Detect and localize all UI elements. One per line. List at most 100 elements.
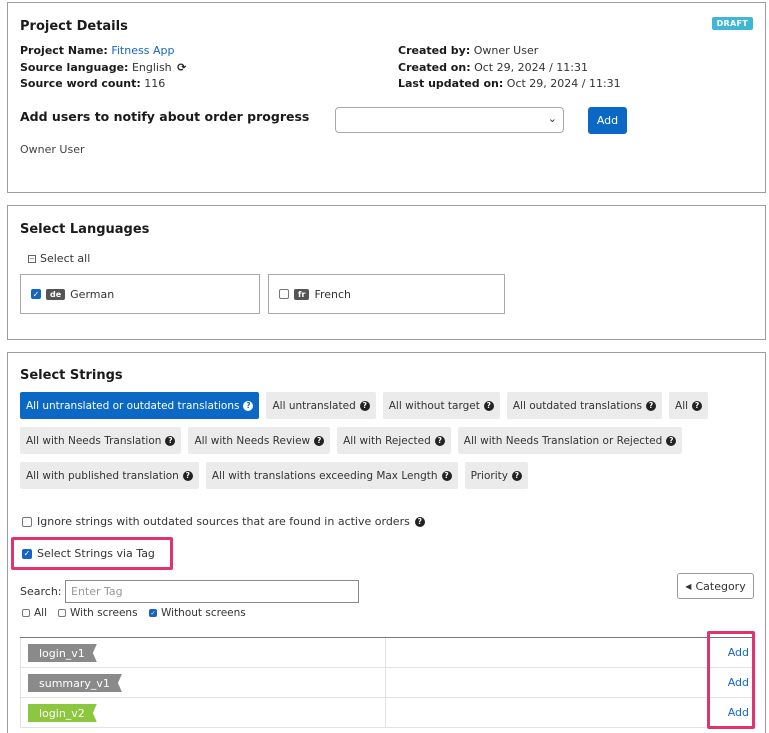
help-icon[interactable]: ? [646, 400, 657, 411]
screen-with-label: With screens [70, 607, 138, 619]
select-via-tag-option[interactable]: ✓ Select Strings via Tag [22, 547, 155, 560]
table-row: login_v1 Add [20, 638, 754, 668]
select-languages-panel: Select Languages − Select all ✓ de Germa… [7, 205, 766, 340]
notify-user-select[interactable]: ⌄ [335, 107, 564, 133]
source-language-label: Source language: [20, 61, 129, 74]
select-all-label: Select all [40, 252, 91, 265]
caret-left-icon: ◀ [685, 581, 692, 591]
last-updated-value: Oct 29, 2024 / 11:31 [506, 77, 621, 90]
category-label: Category [695, 579, 746, 593]
filter-chip[interactable]: All untranslated? [266, 392, 376, 419]
help-icon[interactable]: ? [359, 400, 370, 411]
created-on-value: Oct 29, 2024 / 11:31 [474, 61, 588, 74]
german-checkbox[interactable]: ✓ [31, 289, 41, 299]
ignore-outdated-label: Ignore strings with outdated sources tha… [37, 515, 410, 528]
project-details-title: Project Details [20, 19, 128, 34]
ignore-outdated-checkbox[interactable] [22, 516, 32, 527]
filter-chip[interactable]: All? [669, 392, 709, 419]
tag-label: login_v2 [28, 704, 97, 722]
filter-label: All with published translation [26, 469, 179, 482]
language-code-badge: fr [294, 288, 310, 300]
screen-filter-without[interactable]: ✓ Without screens [149, 607, 246, 619]
filter-chip[interactable]: All without target? [382, 392, 500, 419]
word-count-label: Source word count: [20, 77, 141, 90]
language-code-badge: de [46, 288, 66, 300]
screen-without-checkbox[interactable]: ✓ [149, 609, 157, 617]
filter-chip[interactable]: All with Needs Review? [188, 427, 331, 454]
filter-label: All untranslated [272, 399, 356, 412]
project-name-row: Project Name: Fitness App [20, 44, 174, 57]
select-strings-title: Select Strings [20, 368, 123, 383]
language-option-french[interactable]: fr French [268, 274, 505, 314]
filter-chip[interactable]: All with published translation? [20, 462, 199, 489]
tag-table: login_v1 Add summary_v1 Add login_v2 Add [20, 637, 754, 728]
help-icon[interactable]: ? [666, 435, 677, 446]
screen-all-label: All [34, 607, 48, 619]
project-name-link[interactable]: Fitness App [111, 44, 174, 57]
notify-title: Add users to notify about order progress [20, 109, 310, 124]
tag-label: summary_v1 [28, 674, 122, 692]
help-icon[interactable]: ? [511, 470, 522, 481]
last-updated-label: Last updated on: [398, 77, 504, 90]
filter-label: All with Needs Translation [26, 434, 162, 447]
screen-all-checkbox[interactable] [22, 609, 30, 617]
table-row: login_v2 Add [20, 698, 754, 728]
select-via-tag-label: Select Strings via Tag [37, 547, 155, 560]
filter-label: All with Needs Translation or Rejected [463, 434, 663, 447]
select-all-languages[interactable]: − Select all [28, 252, 90, 265]
help-icon[interactable]: ? [414, 516, 425, 527]
help-icon[interactable]: ? [243, 400, 254, 411]
highlight-add-links [707, 631, 755, 729]
collapse-icon: − [28, 254, 36, 263]
filter-label: All [675, 399, 689, 412]
ignore-outdated-option[interactable]: Ignore strings with outdated sources tha… [22, 515, 425, 528]
screen-filter-with[interactable]: With screens [58, 607, 138, 619]
filter-chip[interactable]: All with Rejected? [337, 427, 451, 454]
help-icon[interactable]: ? [434, 435, 445, 446]
filter-label: Priority [470, 469, 508, 482]
screen-filter-all[interactable]: All [22, 607, 47, 619]
draft-badge: DRAFT [711, 17, 753, 30]
select-via-tag-checkbox[interactable]: ✓ [22, 548, 32, 559]
refresh-icon[interactable]: ⟳ [177, 61, 186, 74]
filter-label: All without target [388, 399, 480, 412]
filter-chip[interactable]: All outdated translations? [506, 392, 663, 419]
word-count-row: Source word count: 116 [20, 77, 165, 90]
screen-without-label: Without screens [161, 607, 246, 619]
add-notify-user-button[interactable]: Add [588, 107, 627, 134]
filter-label: All outdated translations [512, 399, 643, 412]
tag-search-input[interactable]: Enter Tag [65, 580, 359, 603]
filter-chip[interactable]: All with translations exceeding Max Leng… [205, 462, 458, 489]
created-by-row: Created by: Owner User [398, 44, 538, 57]
last-updated-row: Last updated on: Oct 29, 2024 / 11:31 [398, 77, 621, 90]
help-icon[interactable]: ? [441, 470, 452, 481]
filter-label: All with Needs Review [194, 434, 311, 447]
word-count-value: 116 [144, 77, 166, 90]
filter-label: All untranslated or outdated translation… [26, 399, 240, 412]
language-name: French [314, 287, 352, 301]
filter-chip[interactable]: Priority? [464, 462, 528, 489]
filter-chip[interactable]: All with Needs Translation or Rejected? [457, 427, 683, 454]
created-on-row: Created on: Oct 29, 2024 / 11:31 [398, 61, 588, 74]
created-by-value: Owner User [473, 44, 539, 57]
tag-label: login_v1 [28, 644, 97, 662]
table-row: summary_v1 Add [20, 668, 754, 698]
french-checkbox[interactable] [279, 289, 289, 299]
filter-chip[interactable]: All with Needs Translation? [20, 427, 182, 454]
help-icon[interactable]: ? [182, 470, 193, 481]
help-icon[interactable]: ? [483, 400, 494, 411]
string-filter-group: All untranslated or outdated translation… [20, 392, 740, 489]
help-icon[interactable]: ? [165, 435, 176, 446]
created-by-label: Created by: [398, 44, 471, 57]
screen-with-checkbox[interactable] [58, 609, 66, 617]
source-language-value: English [131, 61, 172, 74]
help-icon[interactable]: ? [314, 435, 325, 446]
help-icon[interactable]: ? [692, 400, 703, 411]
notified-user: Owner User [20, 143, 85, 156]
select-languages-title: Select Languages [20, 222, 150, 237]
category-button[interactable]: ◀ Category [677, 573, 754, 599]
created-on-label: Created on: [398, 61, 471, 74]
language-option-german[interactable]: ✓ de German [20, 274, 260, 314]
filter-chip[interactable]: All untranslated or outdated translation… [20, 392, 260, 419]
filter-label: All with Rejected [343, 434, 431, 447]
